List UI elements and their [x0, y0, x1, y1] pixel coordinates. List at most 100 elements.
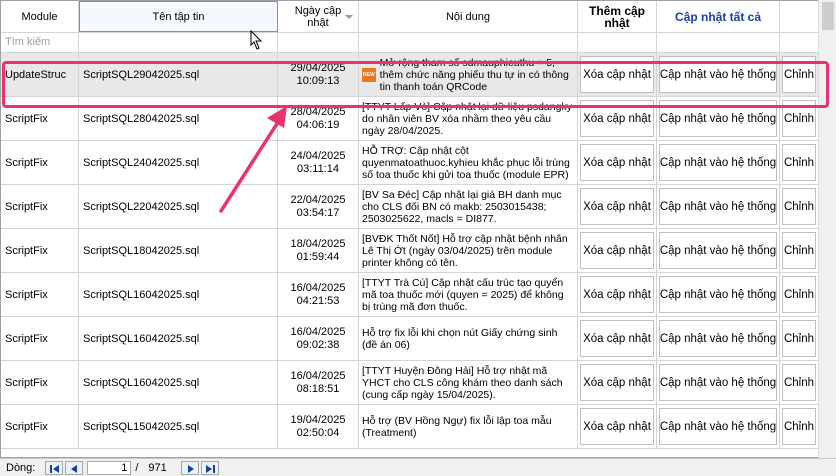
filter-edit: [780, 33, 818, 52]
scrollbar-thumb[interactable]: [822, 2, 834, 30]
date-cell: 18/04/2025 01:59:44: [278, 229, 359, 272]
date-value: 24/04/2025: [290, 149, 346, 162]
first-page-icon[interactable]: [45, 460, 64, 475]
module-cell: ScriptFix: [1, 97, 79, 140]
apply-update-button[interactable]: Cập nhật vào hệ thống: [659, 320, 777, 357]
apply-cell: Cập nhật vào hệ thống: [657, 361, 780, 404]
date-value: 16/04/2025: [290, 369, 346, 382]
prev-page-icon[interactable]: [65, 460, 84, 475]
table-row[interactable]: ScriptFix ScriptSQL16042025.sql 16/04/2025…: [1, 361, 818, 405]
apply-update-button[interactable]: Cập nhật vào hệ thống: [659, 100, 777, 137]
edit-button[interactable]: Chỉnh: [782, 364, 816, 401]
edit-cell: Chỉnh: [780, 229, 818, 272]
apply-cell: Cập nhật vào hệ thống: [657, 229, 780, 272]
content-text: [TTYT Trà Cú] Cập nhật cấu trúc tạo quyể…: [362, 276, 564, 313]
date-value: 19/04/2025: [290, 413, 346, 426]
apply-update-button[interactable]: Cập nhật vào hệ thống: [659, 188, 777, 225]
mouse-cursor-icon: [250, 30, 263, 50]
filter-row: Tìm kiếm: [1, 33, 818, 53]
date-value: 16/04/2025: [290, 325, 346, 338]
edit-button[interactable]: Chỉnh: [782, 56, 816, 93]
edit-cell: Chỉnh: [780, 361, 818, 404]
edit-button[interactable]: Chỉnh: [782, 276, 816, 313]
remove-cell: Xóa cập nhật: [578, 317, 657, 360]
remove-cell: Xóa cập nhật: [578, 141, 657, 184]
remove-update-button[interactable]: Xóa cập nhật: [580, 232, 654, 269]
table-row[interactable]: ScriptFix ScriptSQL22042025.sql 22/04/2025…: [1, 185, 818, 229]
next-page-icon[interactable]: [180, 460, 199, 475]
edit-cell: Chỉnh: [780, 405, 818, 448]
col-header-content[interactable]: Nội dung: [359, 1, 578, 32]
table-row[interactable]: ScriptFix ScriptSQL16042025.sql 16/04/2025…: [1, 273, 818, 317]
remove-update-button[interactable]: Xóa cập nhật: [580, 408, 654, 445]
edit-button[interactable]: Chỉnh: [782, 320, 816, 357]
content-text: HỖ TRỢ: Cập nhật cột quyenmatoathuoc.kyh…: [362, 144, 570, 181]
date-value: 22/04/2025: [290, 193, 346, 206]
date-cell: 28/04/2025 04:06:19: [278, 97, 359, 140]
content-text: [TTYT Huyện Đông Hải] Hỗ trợ nhật mã YHC…: [362, 364, 563, 401]
table-row[interactable]: ScriptFix ScriptSQL16042025.sql 16/04/2025…: [1, 317, 818, 361]
edit-cell: Chỉnh: [780, 141, 818, 184]
filter-filename[interactable]: [79, 33, 278, 52]
module-cell: UpdateStruc: [1, 53, 79, 96]
content-cell: HỖ TRỢ: Cập nhật cột quyenmatoathuoc.kyh…: [359, 141, 578, 184]
remove-update-button[interactable]: Xóa cập nhật: [580, 56, 654, 93]
content-cell: [BVĐK Thốt Nốt] Hỗ trợ cập nhật bệnh nhâ…: [359, 229, 578, 272]
apply-update-button[interactable]: Cập nhật vào hệ thống: [659, 56, 777, 93]
edit-cell: Chỉnh: [780, 317, 818, 360]
apply-update-button[interactable]: Cập nhật vào hệ thống: [659, 408, 777, 445]
update-all-header-button[interactable]: Cập nhật tất cả: [657, 1, 780, 32]
remove-cell: Xóa cập nhật: [578, 185, 657, 228]
remove-cell: Xóa cập nhật: [578, 229, 657, 272]
apply-update-button[interactable]: Cập nhật vào hệ thống: [659, 364, 777, 401]
col-header-filename[interactable]: Tên tập tin: [79, 1, 278, 32]
filter-update: [657, 33, 780, 52]
remove-update-button[interactable]: Xóa cập nhật: [580, 144, 654, 181]
current-row-input[interactable]: 1: [87, 460, 132, 475]
last-page-icon[interactable]: [200, 460, 219, 475]
module-cell: ScriptFix: [1, 361, 79, 404]
vertical-scrollbar[interactable]: [818, 0, 836, 458]
edit-button[interactable]: Chỉnh: [782, 408, 816, 445]
total-rows: 971: [148, 461, 167, 474]
col-header-module[interactable]: Module: [1, 1, 79, 32]
apply-update-button[interactable]: Cập nhật vào hệ thống: [659, 276, 777, 313]
filter-date[interactable]: [278, 33, 359, 52]
apply-update-button[interactable]: Cập nhật vào hệ thống: [659, 232, 777, 269]
filename-cell: ScriptSQL16042025.sql: [79, 317, 278, 360]
table-row[interactable]: ScriptFix ScriptSQL28042025.sql 28/04/2025…: [1, 97, 818, 141]
date-cell: 16/04/2025 09:02:38: [278, 317, 359, 360]
remove-update-button[interactable]: Xóa cập nhật: [580, 276, 654, 313]
content-cell: NEW Mở rộng tham số sdmauphieuthu = 5, th…: [359, 53, 578, 96]
edit-button[interactable]: Chỉnh: [782, 144, 816, 181]
date-cell: 19/04/2025 02:50:04: [278, 405, 359, 448]
table-row[interactable]: UpdateStruc ScriptSQL29042025.sql 29/04/20…: [1, 53, 818, 97]
col-header-edit: [780, 1, 818, 32]
header-row: Module Tên tập tin Ngày cập nhật Nội dun…: [1, 1, 818, 33]
time-value: 09:02:38: [296, 338, 340, 351]
remove-update-button[interactable]: Xóa cập nhật: [580, 364, 654, 401]
edit-button[interactable]: Chỉnh: [782, 232, 816, 269]
table-row[interactable]: ScriptFix ScriptSQL24042025.sql 24/04/2025…: [1, 141, 818, 185]
filename-cell: ScriptSQL29042025.sql: [79, 53, 278, 96]
search-input[interactable]: Tìm kiếm: [1, 33, 79, 52]
remove-cell: Xóa cập nhật: [578, 361, 657, 404]
col-header-date[interactable]: Ngày cập nhật: [278, 1, 359, 32]
filter-content[interactable]: [359, 33, 578, 52]
date-text: 16/04/2025 09:02:38: [290, 326, 345, 352]
table-row[interactable]: ScriptFix ScriptSQL18042025.sql 18/04/2025…: [1, 229, 818, 273]
edit-cell: Chỉnh: [780, 97, 818, 140]
edit-button[interactable]: Chỉnh: [782, 100, 816, 137]
time-value: 08:18:51: [296, 382, 340, 395]
apply-cell: Cập nhật vào hệ thống: [657, 53, 780, 96]
apply-update-button[interactable]: Cập nhật vào hệ thống: [659, 144, 777, 181]
table-row[interactable]: ScriptFix ScriptSQL15042025.sql 19/04/2025…: [1, 405, 818, 449]
remove-update-button[interactable]: Xóa cập nhật: [580, 188, 654, 225]
row-label: Dòng:: [6, 461, 36, 474]
add-update-header-button[interactable]: Thêm cập nhật: [578, 1, 657, 32]
remove-update-button[interactable]: Xóa cập nhật: [580, 320, 654, 357]
edit-button[interactable]: Chỉnh: [782, 188, 816, 225]
remove-update-button[interactable]: Xóa cập nhật: [580, 100, 654, 137]
filename-cell: ScriptSQL15042025.sql: [79, 405, 278, 448]
content-text: [BV Sa Đéc] Cập nhật lại giá BH danh mục…: [362, 188, 562, 225]
